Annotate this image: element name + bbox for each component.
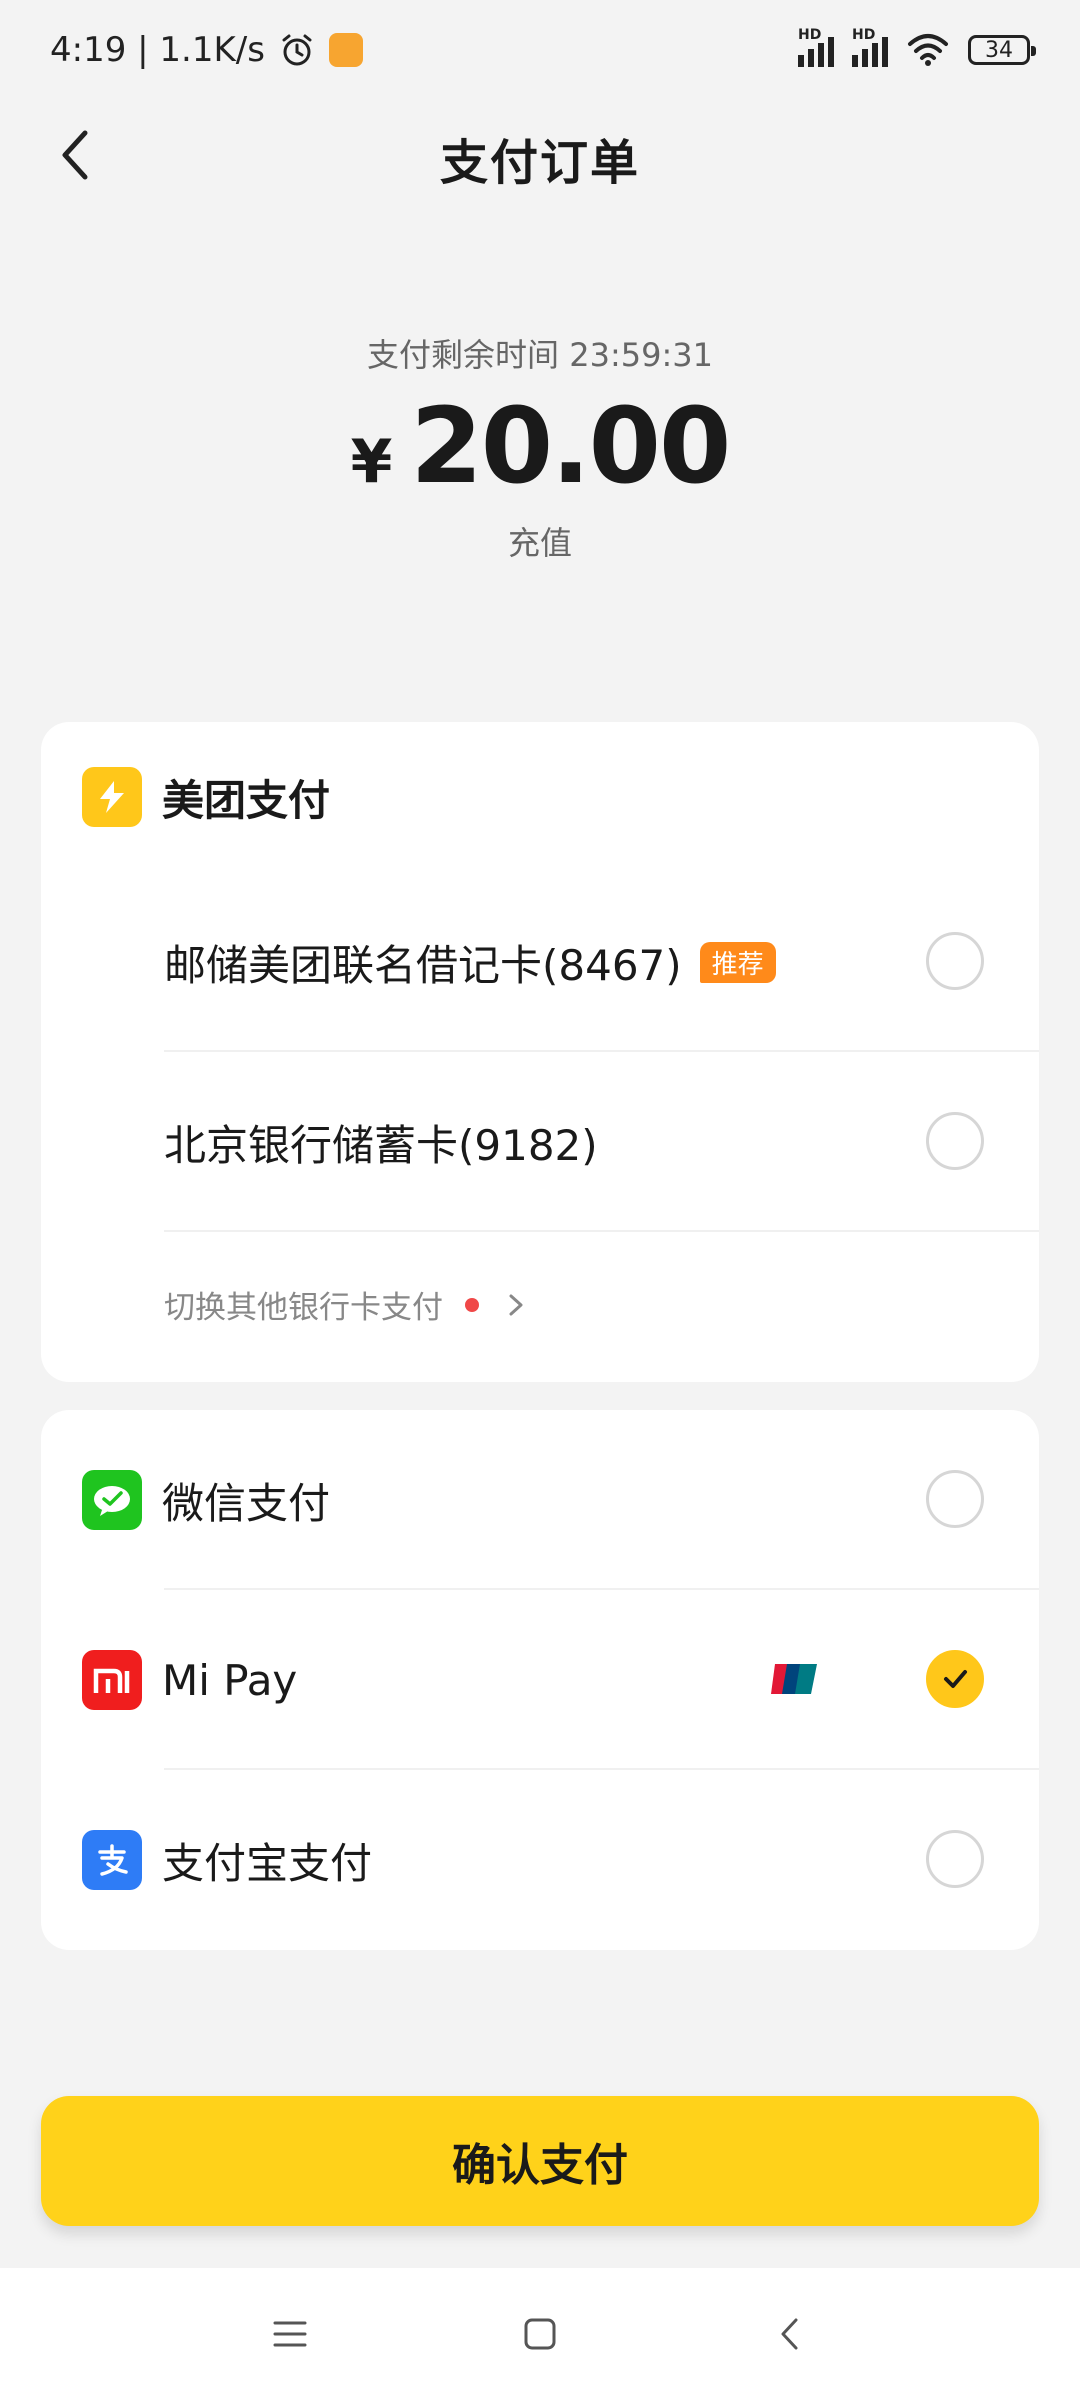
battery-level: 34 <box>985 37 1013 63</box>
mi-pay-icon <box>82 1650 142 1710</box>
switch-bank-card-label: 切换其他银行卡支付 <box>164 1290 443 1326</box>
card-label: 邮储美团联名借记卡(8467) <box>164 940 682 990</box>
signal-1-hd-label: HD <box>798 27 822 43</box>
payment-screen: 4:19 | 1.1K/s HD HD 34 支付订单 支付剩余时间 23:59… <box>0 0 1080 2400</box>
nav-back-button[interactable] <box>760 2304 820 2364</box>
signal-bar <box>872 43 878 67</box>
radio-button[interactable] <box>926 1830 984 1888</box>
home-button[interactable] <box>510 2304 570 2364</box>
status-bar: 4:19 | 1.1K/s HD HD 34 <box>0 0 1080 100</box>
time-and-speed: 4:19 | 1.1K/s <box>50 30 265 70</box>
order-purpose: 充值 <box>507 524 572 562</box>
notification-app-icon <box>328 33 363 67</box>
payment-countdown: 支付剩余时间 23:59:31 <box>367 336 713 374</box>
alarm-icon <box>282 34 312 66</box>
home-square-icon <box>524 2318 556 2350</box>
radio-button-checked[interactable] <box>926 1650 984 1708</box>
new-indicator-dot <box>465 1297 479 1312</box>
payment-label: 微信支付 <box>162 1478 331 1528</box>
radio-button[interactable] <box>926 1112 984 1170</box>
menu-icon <box>273 2321 307 2347</box>
cellular-signal-2-icon: HD <box>852 27 888 67</box>
payment-label: Mi Pay <box>162 1655 298 1705</box>
payment-option-bob-card[interactable]: 北京银行储蓄卡(9182) <box>41 1052 1039 1232</box>
meituan-logo-icon <box>100 781 124 813</box>
signal-bar <box>828 37 834 67</box>
meituan-pay-card: 美团支付 邮储美团联名借记卡(8467) 推荐 北京银行储蓄卡(9182) 切换… <box>41 722 1039 1382</box>
status-left: 4:19 | 1.1K/s <box>50 30 363 70</box>
radio-button[interactable] <box>926 932 984 990</box>
header: 支付订单 <box>0 100 1080 215</box>
payment-option-wechat[interactable]: 微信支付 <box>41 1410 1039 1590</box>
other-payment-methods-card: 微信支付 Mi Pay 支付宝支付 <box>41 1410 1039 1950</box>
signal-2-hd-label: HD <box>852 27 876 43</box>
alipay-icon <box>82 1830 142 1890</box>
payment-option-alipay[interactable]: 支付宝支付 <box>41 1770 1039 1950</box>
payment-label: 支付宝支付 <box>162 1838 373 1888</box>
card-label: 北京银行储蓄卡(9182) <box>164 1120 598 1170</box>
signal-bar <box>852 55 858 67</box>
back-arrow-icon <box>62 130 88 180</box>
wifi-icon <box>908 34 948 66</box>
signal-bar <box>862 49 868 67</box>
divider <box>164 1230 1039 1232</box>
back-button[interactable] <box>40 120 110 190</box>
wechat-logo-icon <box>94 1486 130 1516</box>
meituan-pay-icon <box>82 767 142 827</box>
signal-bar <box>818 43 824 67</box>
signal-bar <box>882 37 888 67</box>
menu-button[interactable] <box>260 2304 320 2364</box>
nav-back-icon <box>781 2318 798 2350</box>
cellular-signal-1-icon: HD <box>798 27 834 67</box>
currency-symbol: ¥ <box>350 427 393 497</box>
meituan-pay-header: 美团支付 <box>41 722 1039 872</box>
confirm-payment-button[interactable]: 确认支付 <box>41 2096 1039 2226</box>
system-nav-bar <box>0 2268 1080 2400</box>
page-title: 支付订单 <box>439 134 640 191</box>
order-summary: 支付剩余时间 23:59:31 ¥ 20.00 充值 <box>0 330 1080 564</box>
switch-bank-card-link[interactable]: 切换其他银行卡支付 <box>41 1232 1039 1377</box>
amount-row: ¥ 20.00 <box>0 394 1080 498</box>
payment-option-mipay[interactable]: Mi Pay <box>41 1590 1039 1770</box>
recommend-badge: 推荐 <box>699 941 776 983</box>
payment-amount: 20.00 <box>410 385 731 507</box>
checkmark-icon <box>944 1670 967 1688</box>
chevron-right-icon <box>509 1294 523 1315</box>
battery-icon: 34 <box>968 35 1036 65</box>
signal-bar <box>798 55 804 67</box>
mi-logo-icon <box>93 1668 130 1693</box>
status-right: HD HD 34 <box>798 27 1036 68</box>
meituan-pay-title: 美团支付 <box>162 775 331 825</box>
payment-option-psbc-card[interactable]: 邮储美团联名借记卡(8467) 推荐 <box>41 872 1039 1052</box>
alipay-logo-icon <box>98 1844 128 1876</box>
unionpay-icon <box>771 1664 817 1694</box>
radio-button[interactable] <box>926 1470 984 1528</box>
wechat-pay-icon <box>82 1470 142 1530</box>
signal-bar <box>808 49 814 67</box>
